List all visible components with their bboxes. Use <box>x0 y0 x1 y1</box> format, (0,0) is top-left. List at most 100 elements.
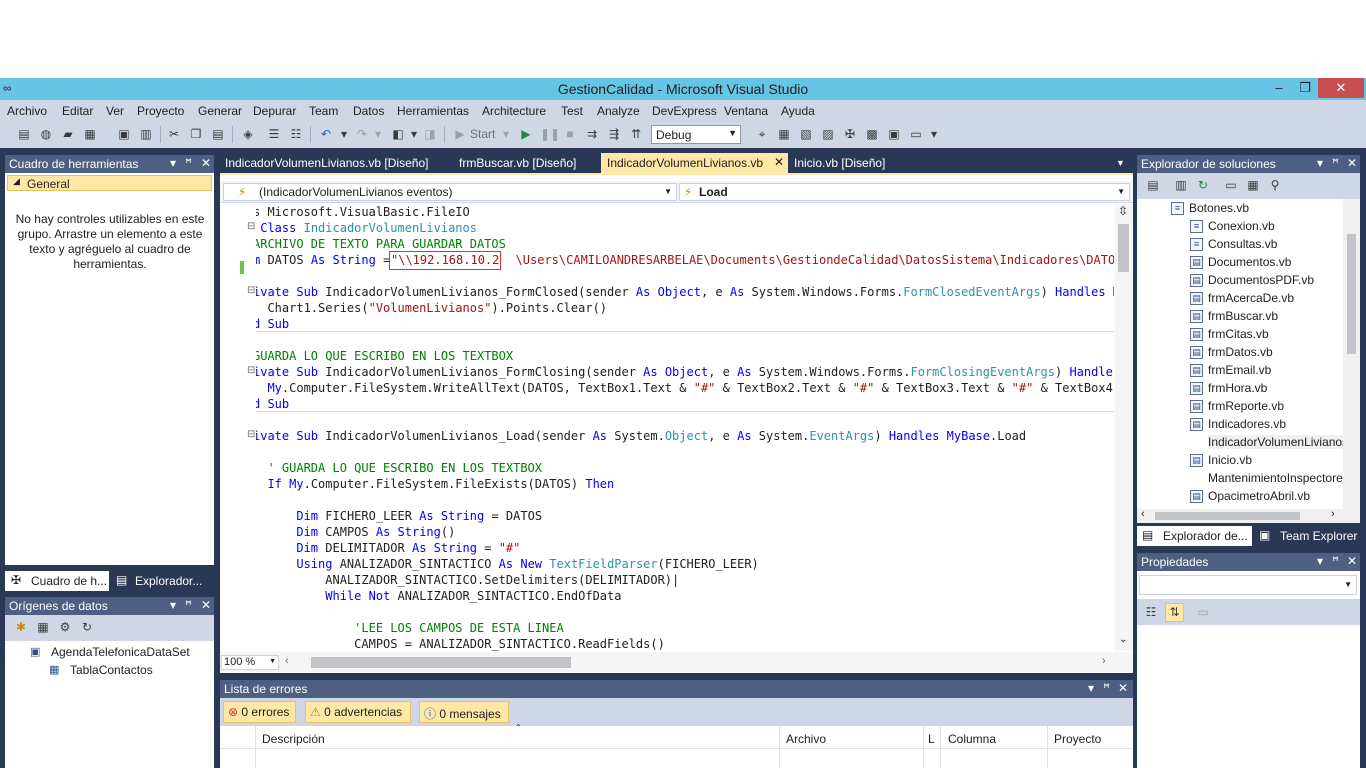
tab-solution-explorer[interactable]: ▤ Explorador de... <box>1137 526 1252 546</box>
paste-icon[interactable]: ▤ <box>210 126 226 142</box>
outline-collapse-icon[interactable]: ⊟ <box>247 365 255 376</box>
redo-dropdown-icon[interactable]: ▾ <box>370 126 386 142</box>
start-page-icon[interactable]: ▣ <box>886 126 902 142</box>
navigate-forward-icon[interactable]: ◨ <box>422 126 438 142</box>
find-icon[interactable]: ◈ <box>240 126 256 142</box>
start-dropdown-icon[interactable]: ▾ <box>498 126 514 142</box>
solution-horizontal-scrollbar[interactable]: ‹ › <box>1137 508 1360 523</box>
extensions-icon[interactable]: ▩ <box>864 126 880 142</box>
zoom-select[interactable]: 100 % ▼ <box>221 655 279 670</box>
properties-object-select[interactable]: ▼ <box>1139 575 1357 595</box>
close-icon[interactable]: ✕ <box>1347 554 1357 568</box>
uncomment-icon[interactable]: ☷ <box>288 126 304 142</box>
add-datasource-icon[interactable]: ✱ <box>13 619 29 635</box>
errors-filter-button[interactable]: ⊗ 0 errores <box>223 701 296 723</box>
window-position-icon[interactable]: ▾ <box>1088 681 1094 695</box>
solution-file-item[interactable]: ▤ frmAcercaDe.vb <box>1190 291 1294 305</box>
solution-file-item[interactable]: ▤ frmHora.vb <box>1190 381 1267 395</box>
solution-file-item[interactable]: ▤MantenimientoInspectore <box>1208 471 1343 485</box>
menu-archivo[interactable]: Archivo <box>7 104 47 118</box>
pin-icon[interactable]: ꟸ <box>1332 156 1339 170</box>
add-item-icon[interactable]: ◍ <box>38 126 54 142</box>
properties-icon[interactable]: ▤ <box>1145 177 1161 193</box>
horizontal-scroll-thumb[interactable] <box>311 657 571 668</box>
property-pages-icon[interactable]: ▭ <box>1195 604 1211 620</box>
open-dropdown-icon[interactable]: ▦ <box>82 126 98 142</box>
window-position-icon[interactable]: ▾ <box>170 598 176 612</box>
solution-file-item[interactable]: ▤ frmDatos.vb <box>1190 345 1273 359</box>
open-file-icon[interactable]: ▰ <box>60 126 76 142</box>
warnings-filter-button[interactable]: ⚠ 0 advertencias <box>305 701 411 723</box>
outline-collapse-icon[interactable]: ⊟ <box>247 221 255 232</box>
menu-analyze[interactable]: Analyze <box>597 104 640 118</box>
show-all-files-icon[interactable]: ▥ <box>1173 177 1189 193</box>
save-all-icon[interactable]: ▥ <box>138 126 154 142</box>
split-icon[interactable]: ⇳ <box>1118 204 1128 218</box>
close-icon[interactable]: ✕ <box>201 598 211 612</box>
save-icon[interactable]: ▣ <box>116 126 132 142</box>
tab-code-indicador[interactable]: IndicadorVolumenLivianos.vb ✕ <box>601 153 788 173</box>
solution-file-item[interactable]: ▤ frmReporte.vb <box>1190 399 1284 413</box>
start-label[interactable]: Start <box>470 127 495 141</box>
redo-icon[interactable]: ↷ <box>354 126 370 142</box>
close-button[interactable]: ✕ <box>1318 78 1364 98</box>
window-position-icon[interactable]: ▾ <box>1317 554 1323 568</box>
vertical-scrollbar[interactable]: ⇳ ⌄ <box>1115 204 1133 651</box>
tab-list-dropdown-icon[interactable]: ▼ <box>1116 158 1125 168</box>
outline-collapse-icon[interactable]: ⊟ <box>247 285 255 296</box>
close-icon[interactable]: ✕ <box>1347 156 1357 170</box>
solution-file-item[interactable]: ▤ Inicio.vb <box>1190 453 1252 467</box>
tab-team-explorer[interactable]: ▣ Team Explorer <box>1254 526 1360 546</box>
refresh-icon[interactable]: ↻ <box>1195 177 1211 193</box>
solution-file-item[interactable]: ▤ frmCitas.vb <box>1190 327 1269 341</box>
solution-file-item[interactable]: ▤ frmBuscar.vb <box>1190 309 1278 323</box>
stop-icon[interactable]: ■ <box>562 126 578 142</box>
navigate-backward-icon[interactable]: ◧ <box>390 126 406 142</box>
class-dropdown[interactable]: ⚡ (IndicadorVolumenLivianos eventos) ▼ <box>223 183 677 201</box>
scroll-left-icon[interactable]: ‹ <box>285 655 289 667</box>
solution-file-item[interactable]: ≡ Conexion.vb <box>1190 219 1275 233</box>
solution-file-item[interactable]: ≡ Consultas.vb <box>1190 237 1277 251</box>
solution-file-item[interactable]: ▤ frmEmail.vb <box>1190 363 1271 377</box>
solution-file-item[interactable]: ▤ OpacimetroAbril.vb <box>1190 489 1310 503</box>
menu-proyecto[interactable]: Proyecto <box>137 104 184 118</box>
menu-ver[interactable]: Ver <box>106 104 124 118</box>
outline-collapse-icon[interactable]: ⊟ <box>247 429 255 440</box>
view-designer-icon[interactable]: ▦ <box>1245 177 1261 193</box>
dataset-node[interactable]: AgendaTelefonicaDataSet <box>51 645 190 659</box>
edit-dataset-icon[interactable]: ▦ <box>35 619 51 635</box>
menu-ayuda[interactable]: Ayuda <box>781 104 815 118</box>
column-file[interactable]: Archivo <box>786 732 826 746</box>
toolbox-group-general[interactable]: ◢ General <box>7 175 212 191</box>
run-icon[interactable]: ▶ <box>518 126 534 142</box>
tab-design-indicador[interactable]: IndicadorVolumenLivianos.vb [Diseño] <box>220 153 436 173</box>
navigate-dropdown-icon[interactable]: ▾ <box>406 126 422 142</box>
menu-herramientas[interactable]: Herramientas <box>397 104 469 118</box>
code-area[interactable]: s Microsoft.VisualBasic.FileIO Class Ind… <box>256 204 1114 651</box>
view-code-icon[interactable]: ▭ <box>1223 177 1239 193</box>
solution-file-item[interactable]: ▤ Indicadores.vb <box>1190 417 1286 431</box>
solution-configuration-select[interactable]: Debug ▼ <box>651 125 741 144</box>
properties-icon[interactable]: ▧ <box>798 126 814 142</box>
tab-toolbox[interactable]: ✠ Cuadro de h... <box>5 571 109 591</box>
window-position-icon[interactable]: ▾ <box>1317 156 1323 170</box>
menu-datos[interactable]: Datos <box>353 104 384 118</box>
toolbar-options-icon[interactable]: ▾ <box>926 126 942 142</box>
method-dropdown[interactable]: ⚡ Load ▼ <box>679 183 1130 201</box>
pin-icon[interactable]: ꟸ <box>185 598 192 612</box>
menu-generar[interactable]: Generar <box>198 104 242 118</box>
copy-icon[interactable]: ❐ <box>188 126 204 142</box>
close-icon[interactable]: ✕ <box>774 155 784 169</box>
command-window-icon[interactable]: ▭ <box>908 126 924 142</box>
menu-team[interactable]: Team <box>309 104 338 118</box>
menu-depurar[interactable]: Depurar <box>253 104 296 118</box>
close-icon[interactable]: ✕ <box>201 156 211 170</box>
maximize-button[interactable]: ❐ <box>1292 78 1318 98</box>
pin-icon[interactable]: ꟸ <box>1103 681 1110 695</box>
configure-dataset-icon[interactable]: ⚙ <box>57 619 73 635</box>
solution-horizontal-scroll-thumb[interactable] <box>1155 512 1300 520</box>
solution-explorer-icon[interactable]: ▦ <box>776 126 792 142</box>
comment-icon[interactable]: ☰ <box>266 126 282 142</box>
column-line[interactable]: L <box>928 732 935 746</box>
minimize-button[interactable]: ‒ <box>1266 78 1292 98</box>
